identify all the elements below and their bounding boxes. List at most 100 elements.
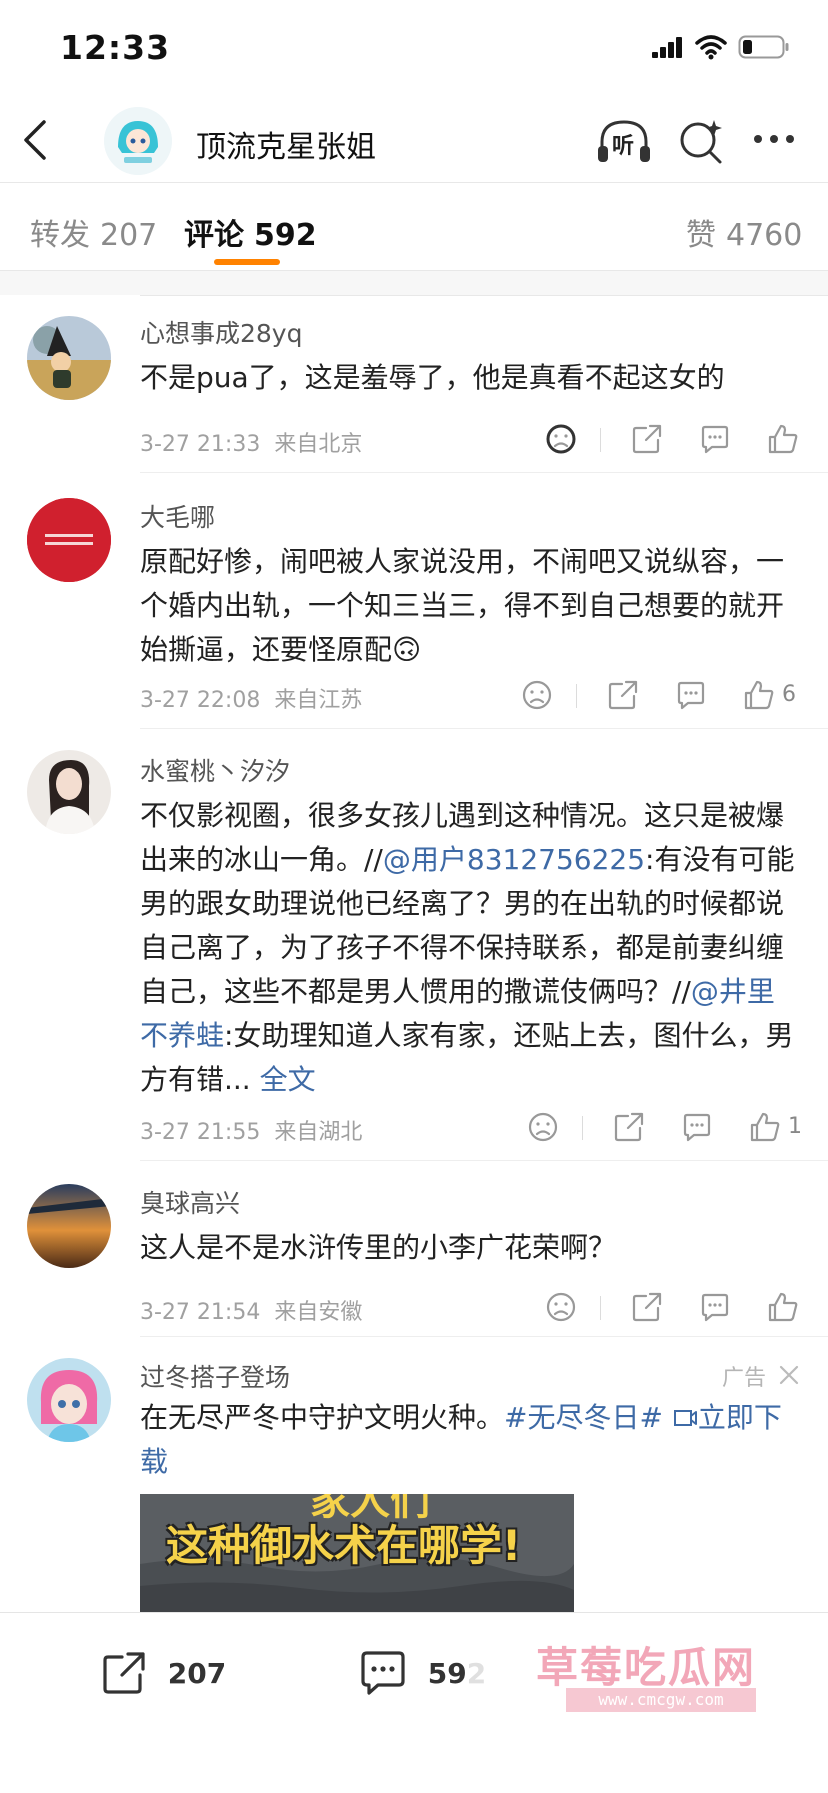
comment-meta: 3-27 21:54 来自安徽 — [140, 1294, 362, 1326]
share-icon[interactable] — [630, 422, 664, 456]
comment-location: 来自北京 — [274, 432, 363, 457]
like-icon[interactable] — [748, 1110, 782, 1144]
listen-label: 听 — [612, 134, 635, 159]
tab-comments-label: 评论 — [184, 218, 244, 253]
repost-button[interactable]: 207 — [100, 1649, 226, 1697]
link-icon — [673, 1410, 697, 1426]
tab-reposts[interactable]: 转发 207 — [30, 210, 157, 254]
dislike-icon[interactable] — [544, 1290, 578, 1324]
section-gap — [0, 271, 828, 295]
like-icon[interactable] — [742, 678, 776, 712]
tab-likes[interactable]: 赞 4760 — [686, 210, 802, 254]
battery-icon — [738, 35, 789, 59]
tab-comments-count: 592 — [254, 218, 317, 253]
advertiser-avatar[interactable] — [27, 1358, 111, 1442]
comment-actions — [544, 1290, 804, 1330]
wifi-icon — [695, 35, 727, 60]
reply-icon[interactable] — [698, 422, 732, 456]
comment-location: 来自湖北 — [274, 1120, 363, 1145]
comment-date: 3-27 22:08 — [140, 688, 261, 713]
close-ad-icon[interactable] — [778, 1364, 800, 1386]
header-divider — [0, 182, 828, 183]
tab-likes-count: 4760 — [726, 218, 803, 253]
repost-icon — [103, 1652, 145, 1694]
reply-icon[interactable] — [674, 678, 708, 712]
like-count: 1 — [788, 1114, 802, 1139]
tab-reposts-count: 207 — [100, 218, 158, 253]
comment-text: 不仅影视圈，很多女孩儿遇到这种情况。这只是被爆出来的冰山一角。//@用户8312… — [140, 794, 800, 1102]
commenter-name[interactable]: 心想事成28yq — [140, 314, 302, 350]
section-gap-divider — [140, 295, 828, 296]
share-icon[interactable] — [630, 1290, 664, 1324]
ad-item: 过冬搭子登场 广告 在无尽严冬中守护文明火种。#无尽冬日# 立即下载 家人们 这… — [0, 1350, 828, 1612]
expand-full-text-link[interactable]: 全文 — [251, 1063, 316, 1096]
comment-location: 来自江苏 — [274, 688, 363, 713]
comment-item: 大毛哪 原配好惨，闹吧被人家说没用，不闹吧又说纵容，一个婚内出轨，一个知三当三，… — [0, 488, 828, 724]
reply-icon[interactable] — [680, 1110, 714, 1144]
tab-likes-label: 赞 — [686, 218, 716, 253]
commenter-avatar[interactable] — [27, 750, 111, 834]
dislike-icon[interactable] — [544, 422, 578, 456]
comment-meta: 3-27 22:08 来自江苏 — [140, 682, 362, 714]
commenter-avatar[interactable] — [27, 1184, 111, 1268]
author-avatar[interactable] — [104, 107, 172, 175]
page-title[interactable]: 顶流克星张姐 — [196, 122, 376, 166]
share-icon[interactable] — [606, 678, 640, 712]
tab-reposts-label: 转发 — [30, 218, 90, 253]
comment-divider — [140, 1336, 828, 1337]
comment-divider — [140, 1160, 828, 1161]
action-divider — [600, 1296, 601, 1320]
comment-actions: 6 — [520, 678, 810, 718]
like-icon[interactable] — [766, 422, 800, 456]
tab-comments[interactable]: 评论 592 — [184, 210, 317, 254]
comment-text: 不是pua了，这是羞辱了，他是真看不起这女的 — [140, 361, 725, 394]
commenter-avatar[interactable] — [27, 316, 111, 400]
action-divider — [600, 428, 601, 452]
more-options-icon[interactable] — [752, 132, 796, 146]
like-icon[interactable] — [766, 1290, 800, 1324]
commenter-avatar[interactable] — [27, 498, 111, 582]
comment-item: 臭球高兴 这人是不是水浒传里的小李广花荣啊？ 3-27 21:54 来自安徽 — [0, 1176, 828, 1336]
status-time: 12:33 — [60, 28, 171, 67]
ad-text-body: 在无尽严冬中守护文明火种。 — [140, 1401, 505, 1434]
comment-text: 原配好惨，闹吧被人家说没用，不闹吧又说纵容，一个婚内出轨，一个知三当三，得不到自… — [140, 540, 800, 672]
ad-text: 在无尽严冬中守护文明火种。#无尽冬日# 立即下载 — [140, 1396, 800, 1484]
watermark-text: 草莓吃瓜网 — [536, 1643, 757, 1692]
comment-date: 3-27 21:33 — [140, 432, 261, 457]
comment-meta: 3-27 21:33 来自北京 — [140, 426, 362, 458]
active-tab-indicator — [214, 259, 280, 265]
back-arrow-icon[interactable] — [20, 118, 50, 162]
dislike-icon[interactable] — [520, 678, 554, 712]
like-count: 6 — [782, 682, 796, 707]
cellular-signal-icon — [652, 36, 682, 58]
dislike-icon[interactable] — [526, 1110, 560, 1144]
ad-label[interactable]: 广告 — [722, 1360, 766, 1392]
comment-icon — [361, 1651, 405, 1695]
commenter-name[interactable]: 大毛哪 — [140, 498, 215, 534]
comment-divider — [140, 728, 828, 729]
emoji-upside-down-face: 🙃 — [392, 633, 422, 666]
comment-item: 心想事成28yq 不是pua了，这是羞辱了，他是真看不起这女的 3-27 21:… — [0, 310, 828, 470]
action-divider — [576, 684, 577, 708]
commenter-name[interactable]: 水蜜桃丶汐汐 — [140, 752, 290, 788]
comment-date: 3-27 21:55 — [140, 1120, 261, 1145]
search-ai-icon[interactable] — [678, 116, 726, 166]
comment-text-body: 原配好惨，闹吧被人家说没用，不闹吧又说纵容，一个婚内出轨，一个知三当三，得不到自… — [140, 545, 785, 666]
action-divider — [582, 1116, 583, 1140]
comment-location: 来自安徽 — [274, 1300, 363, 1325]
reply-icon[interactable] — [698, 1290, 732, 1324]
site-watermark: 草莓吃瓜网 www.cmcgw.com — [466, 1622, 810, 1722]
watermark-url: www.cmcgw.com — [566, 1688, 756, 1712]
comment-date: 3-27 21:54 — [140, 1300, 261, 1325]
comment-text: 这人是不是水浒传里的小李广花荣啊？ — [140, 1231, 617, 1264]
ad-image-caption: 这种御水术在哪学! — [166, 1521, 522, 1570]
comment-item: 水蜜桃丶汐汐 不仅影视圈，很多女孩儿遇到这种情况。这只是被爆出来的冰山一角。//… — [0, 744, 828, 1154]
advertiser-name[interactable]: 过冬搭子登场 — [140, 1358, 290, 1394]
listen-button[interactable]: 听 — [596, 116, 652, 168]
ad-image[interactable]: 家人们 这种御水术在哪学! — [140, 1494, 574, 1612]
mention-link[interactable]: @用户8312756225 — [383, 843, 645, 876]
topic-hashtag[interactable]: #无尽冬日# — [504, 1401, 663, 1434]
share-icon[interactable] — [612, 1110, 646, 1144]
repost-count: 207 — [167, 1656, 227, 1690]
commenter-name[interactable]: 臭球高兴 — [140, 1184, 240, 1220]
